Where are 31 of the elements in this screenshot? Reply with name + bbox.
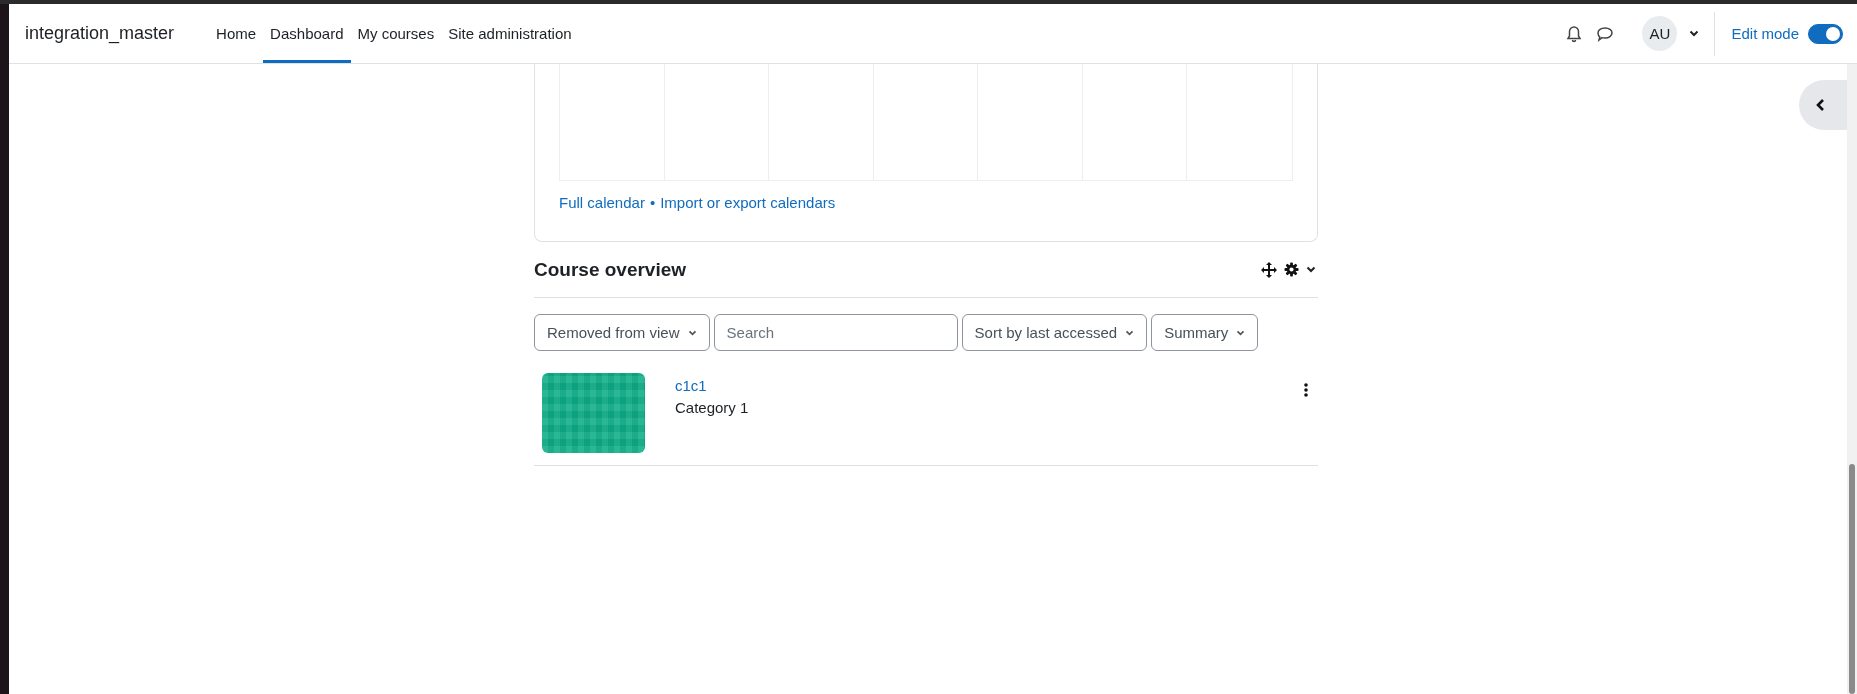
filter-dropdown[interactable]: Removed from view [534, 314, 710, 351]
user-avatar[interactable]: AU [1642, 16, 1678, 51]
caret-icon[interactable] [687, 329, 697, 336]
nav-tab[interactable]: Home [209, 4, 264, 63]
filter-dropdown[interactable]: Summary [1151, 314, 1259, 351]
course-name-link[interactable]: c1c1 [675, 377, 749, 394]
edit-mode-switch[interactable] [1808, 23, 1843, 44]
edit-mode-label: Edit mode [1731, 25, 1799, 42]
nav-tab[interactable]: My courses [350, 4, 442, 63]
nav-tab[interactable]: Dashboard [263, 4, 351, 63]
site-name[interactable]: integration_master [25, 23, 175, 44]
bell-icon[interactable] [1566, 24, 1583, 43]
nav-tab[interactable]: Site administration [441, 4, 579, 63]
scrollbar[interactable] [1847, 64, 1857, 694]
course-category: Category 1 [675, 399, 749, 416]
link-separator: • [649, 194, 656, 211]
drawer-toggle-button[interactable] [1799, 80, 1847, 130]
caret-icon[interactable] [1236, 329, 1246, 336]
chat-bubble-icon[interactable] [1596, 25, 1615, 42]
more-options-icon[interactable] [1304, 383, 1308, 397]
move-icon[interactable] [1261, 261, 1277, 278]
calendar-link[interactable]: Import or export calendars [660, 194, 836, 211]
caret-icon[interactable] [1125, 329, 1135, 336]
block-title: Course overview [534, 258, 687, 281]
caret-icon[interactable] [1306, 266, 1316, 273]
search-field[interactable]: Search [713, 314, 958, 351]
chevron-left-icon[interactable] [1815, 98, 1825, 112]
calendar-link[interactable]: Full calendar [559, 194, 645, 211]
filter-dropdown[interactable]: Sort by last accessed [961, 314, 1148, 351]
gear-icon[interactable] [1284, 262, 1299, 277]
caret-icon[interactable] [1689, 30, 1700, 37]
